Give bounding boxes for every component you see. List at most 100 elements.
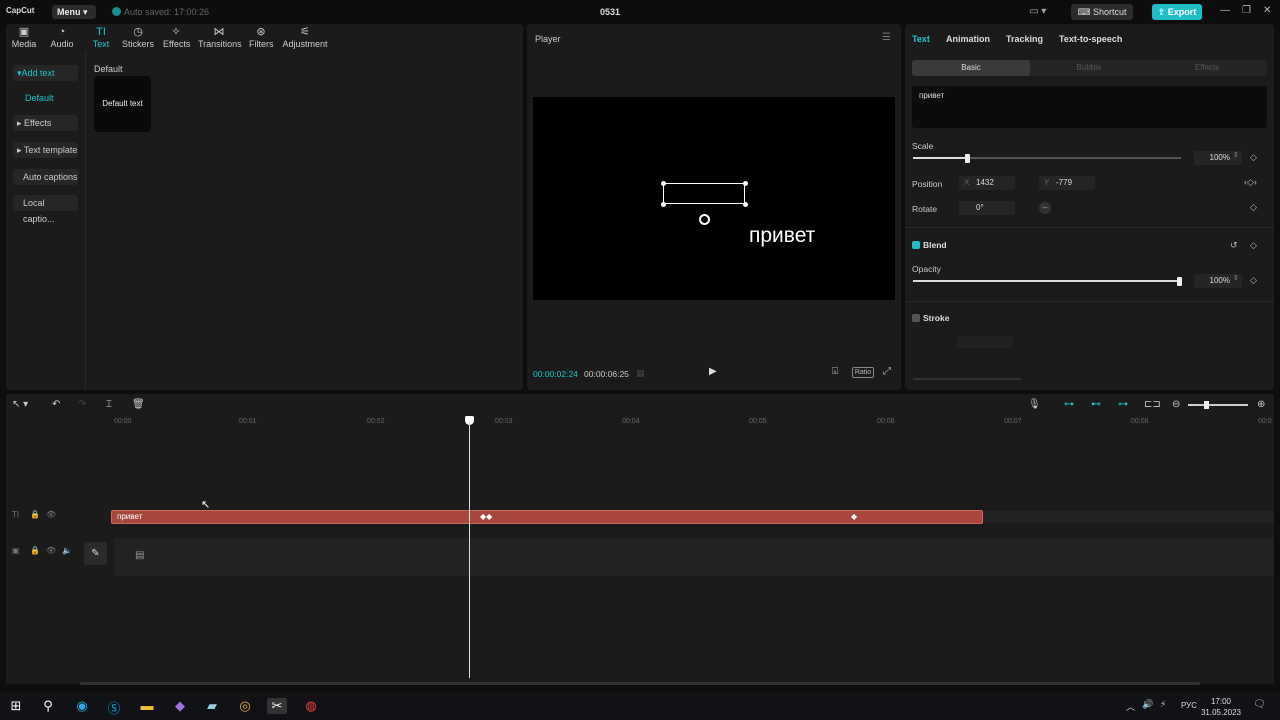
category-effects[interactable]: ▸ Effects <box>13 115 78 131</box>
recorder-icon[interactable]: ◍ <box>301 698 321 714</box>
link-icon[interactable]: ⊶ <box>1064 399 1074 410</box>
zoom-slider-knob[interactable] <box>1204 401 1209 409</box>
notepad-icon[interactable]: ▰ <box>202 698 222 714</box>
preview-axis-icon[interactable]: ⊏⊐ <box>1144 399 1161 410</box>
category-auto-captions[interactable]: Auto captions <box>13 169 78 185</box>
default-text-card[interactable]: Default text <box>94 76 151 132</box>
tab-animation[interactable]: Animation <box>946 34 990 44</box>
delete-icon[interactable]: 🗑 <box>132 399 145 410</box>
text-content-input[interactable]: привет <box>912 86 1267 128</box>
speaker-icon[interactable]: 🔈 <box>62 546 72 555</box>
snap-icon[interactable]: ⊶ <box>1118 399 1128 410</box>
magnet-icon[interactable]: ⊷ <box>1091 399 1101 410</box>
tab-adjustment[interactable]: ⚟ Adjustment <box>282 26 328 52</box>
reset-icon[interactable]: ↺ <box>1230 240 1238 251</box>
tab-media[interactable]: ▣ Media <box>11 26 37 52</box>
close-icon[interactable]: ✕ <box>1263 5 1271 16</box>
tab-tracking[interactable]: Tracking <box>1006 34 1043 44</box>
category-add-text[interactable]: ▾Add text <box>13 65 78 81</box>
lock-icon[interactable]: 🔒 <box>30 510 40 519</box>
tab-audio[interactable]: ◔ Audio <box>49 26 75 52</box>
tab-text-props[interactable]: Text <box>912 34 930 44</box>
taskbar-clock[interactable]: 17:00 31.05.2023 <box>1200 696 1242 718</box>
fullscreen-icon[interactable]: ⤢ <box>883 366 891 377</box>
shortcut-button[interactable]: ⌨ Shortcut <box>1071 4 1133 20</box>
redo-icon[interactable]: ↷ <box>78 399 86 410</box>
play-icon[interactable]: ▶ <box>709 366 717 377</box>
screenshot-icon[interactable]: ⌻ <box>832 366 838 377</box>
tab-transitions[interactable]: ⋈ Transitions <box>198 26 242 52</box>
chrome-icon[interactable]: ◎ <box>235 698 255 714</box>
position-y-input[interactable]: Y -779 <box>1039 176 1095 190</box>
tab-text-to-speech[interactable]: Text-to-speech <box>1059 34 1122 44</box>
preview-text[interactable]: привет <box>749 224 815 248</box>
category-local-captions[interactable]: Local captio... <box>13 195 78 224</box>
resize-handle[interactable] <box>743 202 748 207</box>
edit-cover-icon[interactable]: ✎ <box>84 542 107 565</box>
microphone-icon[interactable]: 🎙 <box>1028 399 1041 410</box>
subtab-bubble[interactable]: Bubble <box>1030 60 1148 76</box>
windows-start-icon[interactable]: ⊞ <box>6 698 26 714</box>
tray-chevron-icon[interactable]: ︿ <box>1126 700 1135 713</box>
menu-button[interactable]: Menu ▾ <box>52 5 96 19</box>
maximize-icon[interactable]: ❐ <box>1242 5 1251 16</box>
eye-icon[interactable]: 👁 <box>46 510 56 519</box>
opacity-slider-knob[interactable] <box>1177 277 1182 286</box>
undo-icon[interactable]: ↶ <box>52 399 60 410</box>
capcut-icon[interactable]: ✂ <box>267 698 287 714</box>
keyframe-icon[interactable]: ◇ <box>1250 202 1257 213</box>
grid-icon[interactable]: ▦ <box>636 368 645 379</box>
tab-text[interactable]: TI Text <box>90 26 112 52</box>
rotate-icon[interactable] <box>699 214 710 225</box>
subtab-basic[interactable]: Basic <box>912 60 1030 76</box>
stepper-icon[interactable]: ⇕ <box>1233 274 1239 282</box>
lock-icon[interactable]: 🔒 <box>30 546 40 555</box>
main-video-track[interactable]: ▤ <box>114 538 1274 576</box>
keyframe-icon[interactable]: ◇ <box>1250 275 1257 286</box>
eye-icon[interactable]: 👁 <box>46 546 56 555</box>
layout-icon[interactable]: ▭ ▾ <box>1029 6 1046 17</box>
edge-icon[interactable]: ◉ <box>72 698 92 714</box>
skype-icon[interactable]: Ⓢ <box>104 698 124 717</box>
file-explorer-icon[interactable]: ▬ <box>137 698 157 713</box>
blend-checkbox[interactable] <box>912 241 920 249</box>
stepper-icon[interactable]: ⇕ <box>1233 151 1239 159</box>
ratio-button[interactable]: Ratio <box>852 367 874 378</box>
stroke-checkbox[interactable] <box>912 314 920 322</box>
minimize-icon[interactable]: — <box>1220 5 1230 16</box>
resize-handle[interactable] <box>743 181 748 186</box>
notifications-icon[interactable]: 🗨 <box>1253 699 1266 710</box>
position-x-input[interactable]: X 1432 <box>959 176 1015 190</box>
selection-box[interactable] <box>663 183 745 204</box>
resize-handle[interactable] <box>661 181 666 186</box>
keyframe-icon[interactable]: ◇ <box>1250 240 1257 251</box>
timeline[interactable]: 00:00 00:01 00:02 00:03 00:04 00:05 00:0… <box>6 416 1274 684</box>
category-default[interactable]: Default <box>13 90 78 106</box>
split-icon[interactable]: ⌶ <box>106 399 112 410</box>
search-icon[interactable]: ⚲ <box>38 698 58 714</box>
export-button[interactable]: ⇪ Export <box>1152 4 1202 20</box>
keyframe-marker[interactable]: ◆ <box>851 512 857 521</box>
resize-handle[interactable] <box>661 202 666 207</box>
rotate-dial-icon[interactable]: – <box>1039 202 1051 214</box>
subtab-effects[interactable]: Effects <box>1148 60 1266 76</box>
zoom-slider[interactable] <box>1188 404 1248 406</box>
volume-icon[interactable]: 🔊 <box>1142 699 1153 710</box>
playhead[interactable] <box>469 422 470 678</box>
network-icon[interactable]: ⚡ <box>1160 699 1166 710</box>
tab-effects[interactable]: ✧ Effects <box>163 26 190 52</box>
app-icon[interactable]: ◆ <box>170 698 190 714</box>
timeline-scrollbar[interactable] <box>80 682 1200 685</box>
keyframe-icon[interactable]: ◇ <box>1250 152 1257 163</box>
zoom-in-icon[interactable]: ⊕ <box>1257 399 1265 410</box>
select-tool-icon[interactable]: ↖ ▾ <box>12 399 28 410</box>
keyframe-marker[interactable]: ◆◆ <box>480 512 492 521</box>
tab-filters[interactable]: ⊛ Filters <box>249 26 274 52</box>
hamburger-icon[interactable]: ☰ <box>882 32 891 43</box>
keyframe-nav-icon[interactable]: ‹◇› <box>1244 177 1257 188</box>
opacity-slider[interactable] <box>913 280 1181 282</box>
preview-canvas[interactable]: привет <box>533 97 895 300</box>
scale-slider-knob[interactable] <box>964 154 970 163</box>
category-text-template[interactable]: ▸ Text template <box>13 142 78 158</box>
tab-stickers[interactable]: ◷ Stickers <box>122 26 154 52</box>
